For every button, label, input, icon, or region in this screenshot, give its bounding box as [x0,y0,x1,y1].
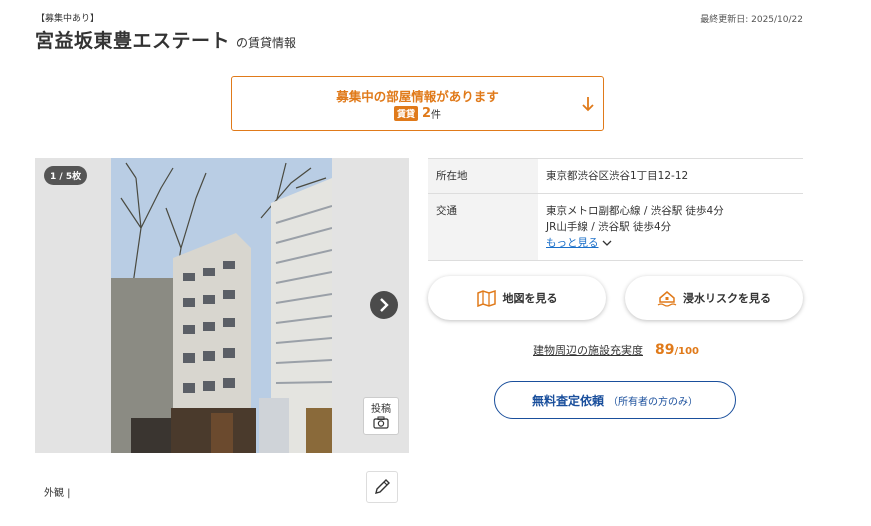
photo-counter: 1 / 5枚 [44,166,88,185]
chevron-down-icon [602,240,611,246]
address-value: 東京都渋谷区渋谷1丁目12-12 [538,158,803,194]
facility-score-max: /100 [674,346,700,357]
vacancy-banner[interactable]: 募集中の部屋情報があります 賃貸 2件 [231,76,604,131]
chevron-right-icon [380,298,389,312]
transit-line: JR山手線 / 渋谷駅 徒歩4分 [546,221,672,233]
photo-caption: 外観 | [44,488,71,499]
post-photo-button[interactable]: 投稿 [363,397,399,435]
status-tag: 【募集中あり】 [36,14,100,24]
arrow-down-icon [582,97,594,112]
page-title: 宮益坂東豊エステート [35,30,231,52]
info-row-address: 所在地 東京都渋谷区渋谷1丁目12-12 [428,158,803,194]
post-label: 投稿 [371,404,391,415]
free-appraisal-button[interactable]: 無料査定依頼 （所有者の方のみ） [494,381,736,419]
more-link[interactable]: もっと見る [546,237,599,249]
pencil-icon [375,479,390,494]
more-link-row: もっと見る [546,235,795,251]
building-photo[interactable] [111,158,332,453]
map-button-label: 地図を見る [502,292,558,305]
facility-label[interactable]: 建物周辺の施設充実度 [533,342,643,358]
facility-score-value: 89 [655,342,675,358]
property-info-table: 所在地 東京都渋谷区渋谷1丁目12-12 交通 東京メトロ副都心線 / 渋谷駅 … [428,158,803,261]
edit-caption-button[interactable] [366,471,398,503]
photo-gallery: 1 / 5枚 投稿 [35,158,409,453]
vacancy-count-unit: 件 [431,110,442,121]
vacancy-count-number: 2 [421,106,432,121]
info-label: 所在地 [428,158,538,194]
facility-score: 建物周辺の施設充実度 89/100 [533,342,699,358]
camera-icon [373,416,389,429]
transit-value: 東京メトロ副都心線 / 渋谷駅 徒歩4分 JR山手線 / 渋谷駅 徒歩4分 もっ… [538,193,803,261]
appraisal-label: 無料査定依頼 [531,393,604,408]
next-photo-button[interactable] [370,291,398,319]
address-line: 東京都渋谷区渋谷1丁目12-12 [546,170,689,182]
info-row-transit: 交通 東京メトロ副都心線 / 渋谷駅 徒歩4分 JR山手線 / 渋谷駅 徒歩4分… [428,193,803,261]
page-title-suffix: の賃貸情報 [236,36,297,50]
flood-risk-button[interactable]: 浸水リスクを見る [625,276,803,320]
transit-line: 東京メトロ副都心線 / 渋谷駅 徒歩4分 [546,205,724,217]
appraisal-note: （所有者の方のみ） [608,396,698,408]
last-updated: 最終更新日: 2025/10/22 [700,15,803,25]
info-label: 交通 [428,193,538,261]
vacancy-count: 賃貸 2件 [232,106,603,121]
flood-house-icon [657,291,677,307]
map-button[interactable]: 地図を見る [428,276,606,320]
flood-button-label: 浸水リスクを見る [683,292,771,305]
title-row: 宮益坂東豊エステート の賃貸情報 [35,26,296,53]
vacancy-title: 募集中の部屋情報があります [336,89,499,104]
map-icon [476,289,496,307]
rent-badge: 賃貸 [393,106,418,121]
